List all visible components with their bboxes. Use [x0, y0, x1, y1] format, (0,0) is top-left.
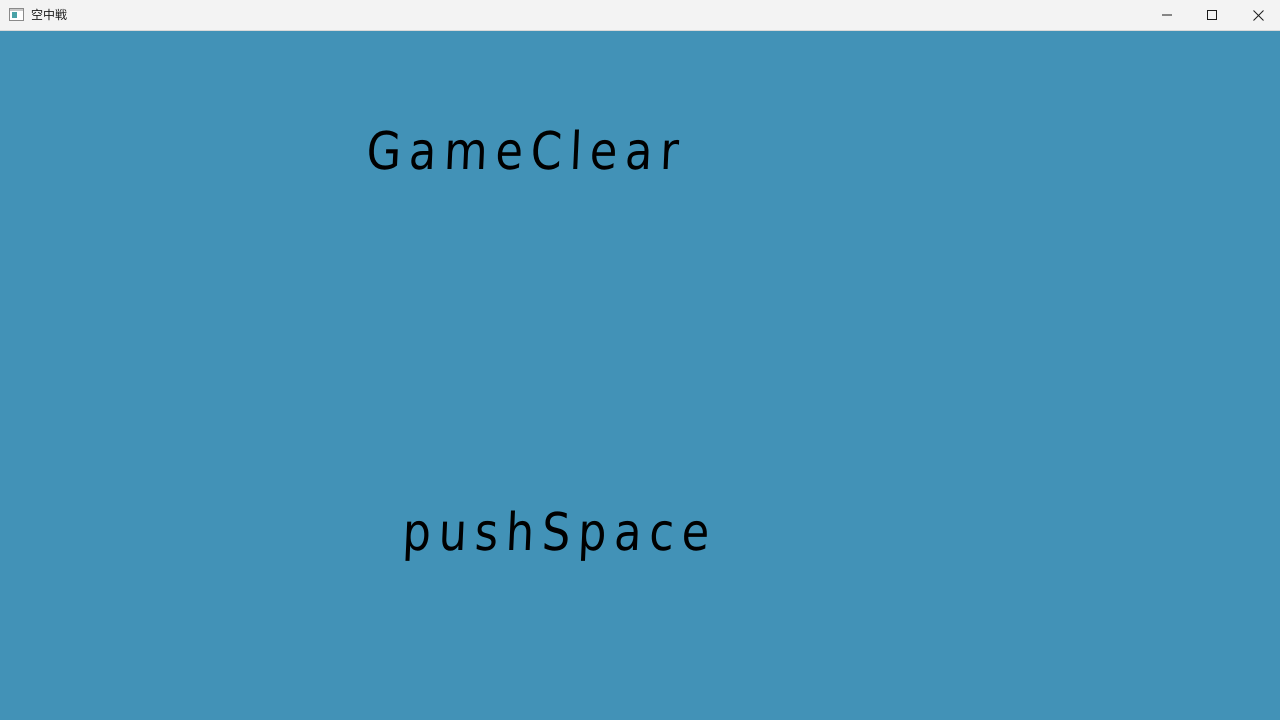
maximize-icon	[1207, 10, 1217, 20]
maximize-button[interactable]	[1189, 0, 1235, 30]
game-clear-text: GameClear	[365, 122, 688, 182]
minimize-icon	[1162, 14, 1172, 16]
close-icon	[1252, 9, 1264, 21]
minimize-button[interactable]	[1144, 0, 1190, 30]
window-title: 空中戦	[31, 8, 68, 22]
title-bar[interactable]: 空中戦	[0, 0, 1280, 31]
game-window: 空中戦 GameClear pushSpace	[0, 0, 1280, 720]
close-button[interactable]	[1235, 0, 1280, 30]
app-window-icon	[9, 8, 24, 21]
push-space-prompt: pushSpace	[401, 503, 719, 563]
